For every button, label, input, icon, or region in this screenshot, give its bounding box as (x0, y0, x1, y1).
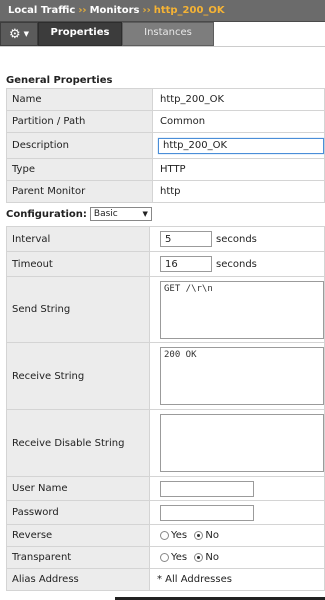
receive-disable-string-row: Receive Disable String (6, 409, 325, 477)
alias-address-label: Alias Address (6, 568, 150, 591)
transparent-label: Transparent (6, 546, 150, 569)
type-value: HTTP (152, 158, 325, 181)
partition-value: Common (152, 110, 325, 133)
configuration-table: Interval seconds Timeout seconds Send St… (6, 226, 325, 591)
reverse-row: Reverse Yes No (6, 524, 325, 547)
gear-icon: ⚙ (8, 26, 21, 42)
timeout-unit: seconds (216, 258, 257, 270)
transparent-yes-label: Yes (171, 551, 188, 563)
username-row: User Name (6, 476, 325, 501)
reverse-no-radio[interactable] (194, 530, 204, 540)
breadcrumb-separator: ›› (78, 5, 87, 16)
configuration-mode-value: Basic (93, 209, 118, 219)
send-string-textarea[interactable]: GET /\r\n (160, 280, 324, 339)
parent-monitor-label: Parent Monitor (6, 180, 153, 203)
breadcrumb-separator: ›› (142, 5, 151, 16)
password-row: Password (6, 500, 325, 525)
interval-label: Interval (6, 226, 150, 252)
password-label: Password (6, 500, 150, 525)
interval-row: Interval seconds (6, 226, 325, 252)
password-input[interactable] (160, 504, 254, 521)
configuration-label: Configuration: (6, 208, 87, 220)
partition-label: Partition / Path (6, 110, 153, 133)
interval-input[interactable] (160, 231, 212, 247)
receive-disable-string-textarea[interactable] (160, 414, 324, 472)
type-label: Type (6, 158, 153, 181)
receive-string-row: Receive String 200 OK (6, 342, 325, 410)
transparent-no-radio[interactable] (194, 552, 204, 562)
send-string-label: Send String (6, 276, 150, 343)
breadcrumb-local-traffic[interactable]: Local Traffic (8, 5, 75, 16)
gear-menu-button[interactable]: ⚙ ▼ (0, 22, 38, 46)
alias-address-value: * All Addresses (149, 568, 325, 591)
breadcrumb-monitors[interactable]: Monitors (90, 5, 140, 16)
reverse-label: Reverse (6, 524, 150, 547)
username-input[interactable] (160, 480, 254, 497)
chevron-down-icon: ▼ (142, 210, 148, 218)
username-label: User Name (6, 476, 150, 501)
type-row: Type HTTP (6, 158, 325, 181)
interval-unit: seconds (216, 233, 257, 245)
parent-monitor-value: http (152, 180, 325, 203)
transparent-no-label: No (205, 551, 219, 563)
description-row: Description (6, 132, 325, 159)
receive-disable-string-label: Receive Disable String (6, 409, 150, 477)
description-input[interactable] (158, 137, 324, 154)
send-string-row: Send String GET /\r\n (6, 276, 325, 343)
timeout-label: Timeout (6, 251, 150, 277)
reverse-yes-label: Yes (171, 529, 188, 541)
timeout-row: Timeout seconds (6, 251, 325, 277)
tab-bar: ⚙ ▼ Properties Instances (0, 22, 325, 46)
chevron-down-icon: ▼ (23, 30, 30, 38)
general-properties-table: Name http_200_OK Partition / Path Common… (6, 88, 325, 203)
general-properties-heading: General Properties (6, 75, 113, 86)
alias-address-row: Alias Address * All Addresses (6, 568, 325, 591)
partition-row: Partition / Path Common (6, 110, 325, 133)
tab-instances[interactable]: Instances (122, 22, 214, 46)
tab-properties[interactable]: Properties (38, 22, 122, 46)
reverse-yes-radio[interactable] (160, 530, 169, 540)
configuration-header: Configuration: Basic ▼ (6, 207, 152, 221)
tab-divider (0, 46, 325, 47)
name-value: http_200_OK (152, 88, 325, 111)
receive-string-label: Receive String (6, 342, 150, 410)
name-label: Name (6, 88, 153, 111)
description-label: Description (6, 132, 153, 159)
parent-monitor-row: Parent Monitor http (6, 180, 325, 203)
receive-string-textarea[interactable]: 200 OK (160, 347, 324, 405)
configuration-mode-select[interactable]: Basic ▼ (89, 207, 152, 221)
breadcrumb: Local Traffic ›› Monitors ›› http_200_OK (0, 0, 325, 22)
reverse-no-label: No (205, 529, 219, 541)
breadcrumb-current: http_200_OK (153, 5, 225, 16)
timeout-input[interactable] (160, 256, 212, 272)
transparent-row: Transparent Yes No (6, 546, 325, 569)
transparent-yes-radio[interactable] (160, 552, 169, 562)
name-row: Name http_200_OK (6, 88, 325, 111)
